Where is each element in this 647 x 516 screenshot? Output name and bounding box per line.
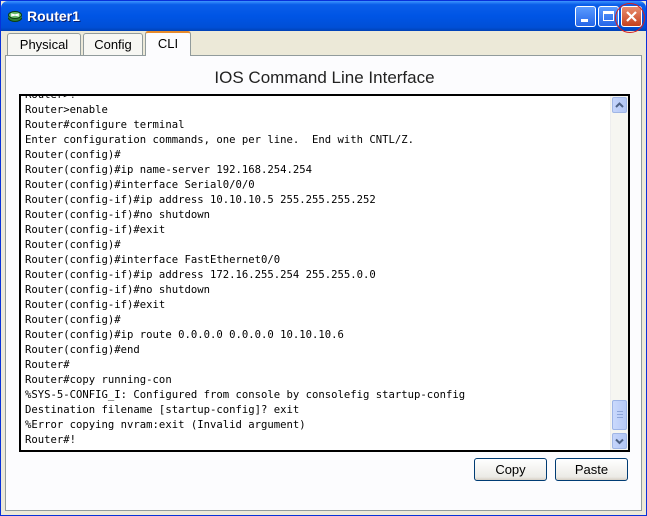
console-line: Router(config-if)#ip address 172.16.255.… (25, 269, 376, 281)
chevron-up-icon (615, 102, 624, 108)
vertical-scrollbar[interactable] (610, 96, 628, 450)
minimize-button[interactable] (575, 6, 596, 27)
console-line: Router#copy running-con (25, 374, 172, 386)
copy-button[interactable]: Copy (474, 458, 547, 481)
minimize-icon (581, 19, 588, 22)
router-icon (8, 11, 22, 22)
console-line: Router(config-if)#no shutdown (25, 209, 210, 221)
router-window: Router1 Physical Config CLI IOS Command … (0, 0, 647, 516)
console-line: Destination filename [startup-config]? e… (25, 404, 300, 416)
scroll-down-button[interactable] (612, 433, 627, 449)
console-line: Router# (25, 359, 70, 371)
tab-cli[interactable]: CLI (145, 31, 191, 56)
console-line: Router(config)#ip name-server 192.168.25… (25, 164, 313, 176)
page-title: IOS Command Line Interface (214, 68, 435, 87)
cli-terminal[interactable]: Router>! Router>enable Router#configure te… (19, 94, 630, 452)
console-line: Router>! (25, 94, 77, 101)
console-line: Router(config)#ip route 0.0.0.0 0.0.0.0 … (25, 329, 344, 341)
console-line: Router(config)# (25, 149, 121, 161)
console-line: Router(config-if)#no shutdown (25, 284, 210, 296)
console-line: %SYS-5-CONFIG_I: Configured from console… (25, 389, 466, 401)
console-line: Router(config-if)#exit (25, 224, 166, 236)
tab-physical[interactable]: Physical (7, 33, 81, 55)
console-line: Router(config)#interface Serial0/0/0 (25, 179, 255, 191)
cli-panel: IOS Command Line Interface Router>! Route… (5, 55, 642, 511)
console-line: Router(config-if)#exit (25, 299, 166, 311)
console-line: Router#configure terminal (25, 119, 185, 131)
console-output[interactable]: Router>! Router>enable Router#configure te… (25, 94, 611, 448)
console-line: Router(config)# (25, 314, 121, 326)
window-title: Router1 (27, 8, 80, 24)
console-line: Router(config)#interface FastEthernet0/0 (25, 254, 281, 266)
chevron-down-icon (615, 438, 624, 445)
close-highlight-circle (615, 3, 645, 33)
console-line: Router(config)#end (25, 344, 140, 356)
console-line: Router#! (25, 434, 77, 446)
tab-config[interactable]: Config (83, 33, 143, 55)
scroll-up-button[interactable] (612, 97, 627, 113)
console-line: %Error copying nvram:exit (Invalid argum… (25, 419, 306, 431)
paste-button[interactable]: Paste (555, 458, 628, 481)
console-line: Enter configuration commands, one per li… (25, 134, 415, 146)
console-line: Router>enable (25, 104, 108, 116)
console-line: Router(config-if)#ip address 10.10.10.5 … (25, 194, 376, 206)
console-line: Router(config)# (25, 239, 121, 251)
scroll-thumb[interactable] (612, 400, 627, 430)
title-bar[interactable]: Router1 (1, 1, 646, 31)
